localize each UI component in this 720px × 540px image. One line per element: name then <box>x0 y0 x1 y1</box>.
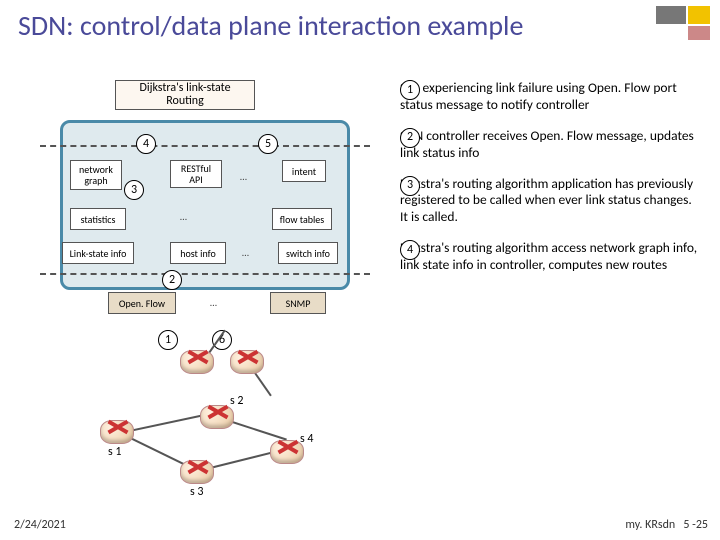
step-item: 2 SDN controller receives Open. Flow mes… <box>400 128 700 162</box>
router-icon <box>180 460 214 484</box>
snmp: SNMP <box>270 292 326 314</box>
ellipsis-icon: … <box>242 246 251 259</box>
dashed-divider-top <box>40 145 370 147</box>
step-marker-3: 3 <box>124 180 144 200</box>
steps-list: 1 S 1, experiencing link failure using O… <box>400 80 700 288</box>
step-number: 2 <box>400 128 420 148</box>
restful-api: RESTful API <box>170 160 222 188</box>
step-item: 4 Dijkstra's routing algorithm access ne… <box>400 240 700 274</box>
step-marker-2: 2 <box>162 270 182 290</box>
step-text: SDN controller receives Open. Flow messa… <box>400 128 700 162</box>
switch-label-s2: s 2 <box>230 394 244 408</box>
footer-right: my. KRsdn 5 -25 <box>625 518 708 532</box>
dijkstra-app: Dijkstra's link-state Routing <box>115 80 255 110</box>
switch-info: switch info <box>278 242 338 264</box>
openflow: Open. Flow <box>108 292 176 314</box>
architecture-diagram: Dijkstra's link-state Routing network gr… <box>60 80 350 340</box>
page-title: SDN: control/data plane interaction exam… <box>18 8 523 43</box>
step-marker-4: 4 <box>136 134 156 154</box>
router-icon <box>200 405 234 429</box>
host-info: host info <box>170 242 226 264</box>
ellipsis-icon: … <box>180 210 189 223</box>
step-marker-1: 1 <box>158 330 178 350</box>
footer-page: 5 -25 <box>683 518 708 532</box>
switch-label-s1: s 1 <box>108 445 122 459</box>
router-icon <box>230 350 264 374</box>
network-graph: network graph <box>70 160 122 190</box>
step-text: Dijkstra's routing algorithm application… <box>400 176 700 227</box>
step-item: 3 Dijkstra's routing algorithm applicati… <box>400 176 700 227</box>
switch-label-s3: s 3 <box>190 485 204 499</box>
footer-source: my. KRsdn <box>625 518 675 532</box>
intent: intent <box>282 160 326 182</box>
ellipsis-icon: … <box>210 296 219 309</box>
link-state-info: Link-state info <box>62 242 134 264</box>
dashed-divider-bottom <box>40 273 370 275</box>
statistics: statistics <box>70 208 126 230</box>
step-number: 1 <box>400 80 420 100</box>
ellipsis-icon: … <box>240 170 249 183</box>
course-logo <box>656 6 712 40</box>
step-text: Dijkstra's routing algorithm access netw… <box>400 240 700 274</box>
switch-label-s4: s 4 <box>300 432 314 446</box>
step-number: 4 <box>400 240 420 260</box>
router-icon <box>180 350 214 374</box>
switch-topology: s 1 s 2 s 3 s 4 <box>80 350 340 500</box>
footer-date: 2/24/2021 <box>14 518 66 532</box>
router-icon <box>270 440 304 464</box>
step-text: S 1, experiencing link failure using Ope… <box>400 80 700 114</box>
step-item: 1 S 1, experiencing link failure using O… <box>400 80 700 114</box>
step-marker-5: 5 <box>258 134 278 154</box>
router-icon <box>100 420 134 444</box>
step-number: 3 <box>400 176 420 196</box>
flow-tables: flow tables <box>272 208 332 230</box>
